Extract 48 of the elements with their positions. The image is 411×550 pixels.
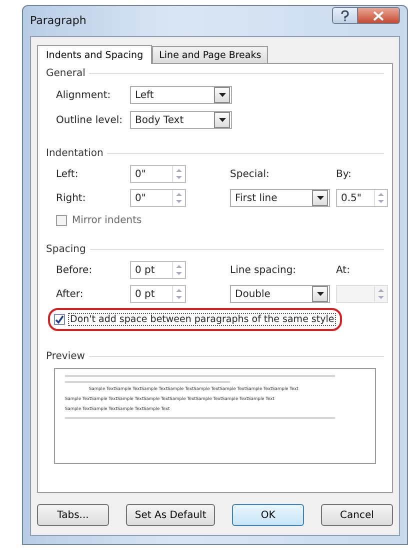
section-title: Spacing: [46, 244, 86, 255]
tab[interactable]: Line and Page Breaks: [152, 46, 268, 63]
dropdown[interactable]: Left: [130, 86, 232, 104]
field-label: At:: [336, 264, 351, 276]
field-label: Before:: [56, 264, 94, 276]
caret-icon: [218, 93, 226, 97]
spin-arrows-icon: [175, 287, 183, 301]
close-button[interactable]: [358, 7, 400, 24]
checkbox-label[interactable]: Don't add space between paragraphs of the same style: [68, 313, 336, 326]
checkbox[interactable]: [56, 215, 67, 226]
dropdown[interactable]: First line: [230, 189, 330, 207]
section-title: Indentation: [46, 148, 104, 159]
caret-icon: [316, 292, 324, 296]
field-label: Left:: [56, 168, 80, 180]
spin-field[interactable]: 0 pt: [130, 261, 186, 279]
spin-arrows-icon: [175, 167, 183, 181]
field-label: After:: [56, 288, 84, 300]
spin-arrows-icon: [175, 191, 183, 205]
dialog-button[interactable]: OK: [232, 504, 304, 526]
help-button[interactable]: [332, 7, 358, 24]
caret-icon: [218, 118, 226, 122]
tab[interactable]: Indents and Spacing: [37, 45, 152, 64]
section-title: Preview: [46, 351, 85, 362]
dropdown[interactable]: Body Text: [130, 111, 232, 129]
dialog-button[interactable]: Set As Default: [126, 504, 216, 526]
dropdown[interactable]: Double: [230, 285, 330, 303]
close-icon: [373, 10, 384, 20]
section-title: General: [46, 68, 86, 79]
checkbox-label[interactable]: Mirror indents: [72, 215, 142, 226]
caret-icon: [316, 196, 324, 200]
checkbox[interactable]: [54, 314, 65, 325]
field-label: By:: [336, 168, 352, 180]
spin-field[interactable]: 0.5": [336, 189, 388, 207]
spin-field[interactable]: 0": [130, 189, 186, 207]
field-label: Special:: [230, 168, 270, 180]
spin-field[interactable]: 0 pt: [130, 285, 186, 303]
field-label: Line spacing:: [230, 264, 298, 276]
spin-field[interactable]: 0": [130, 165, 186, 183]
window-title: Paragraph: [30, 14, 88, 27]
field-label: Alignment:: [56, 90, 112, 100]
dialog-button[interactable]: Cancel: [321, 504, 393, 526]
field-label: Outline level:: [56, 114, 124, 126]
dialog-button[interactable]: Tabs...: [37, 504, 109, 526]
spin-arrows-icon: [377, 287, 385, 301]
spin-arrows-icon: [175, 263, 183, 277]
spin-arrows-icon: [377, 191, 385, 205]
help-icon: [340, 10, 350, 22]
field-label: Right:: [56, 192, 87, 204]
